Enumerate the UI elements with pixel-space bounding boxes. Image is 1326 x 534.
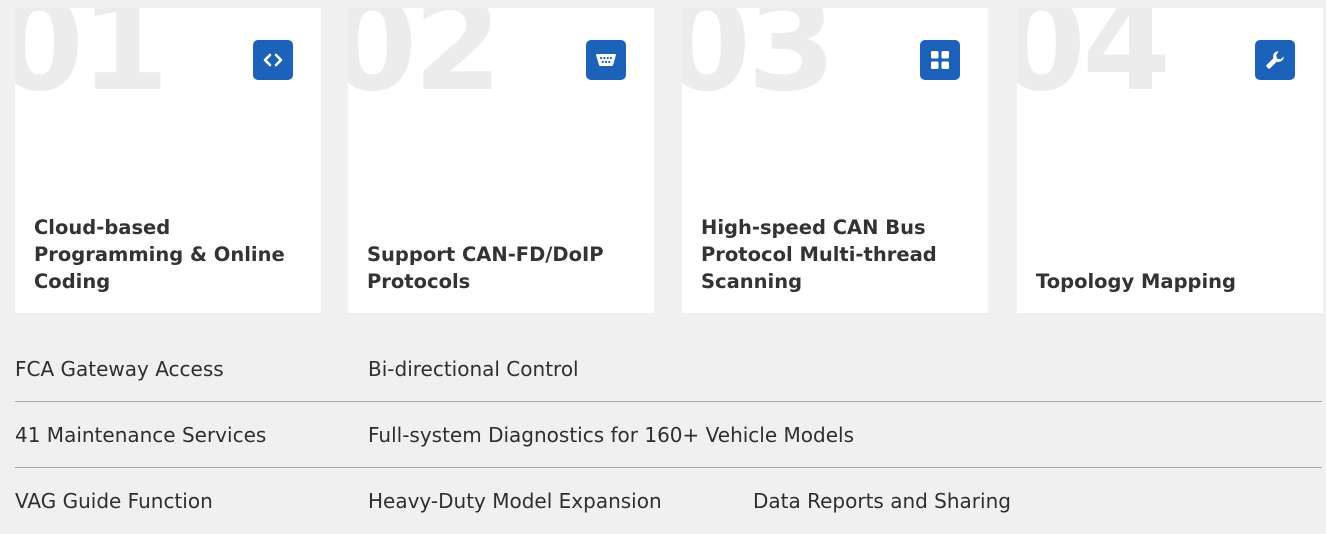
grid-icon [920, 40, 960, 80]
feature-list: FCA Gateway Access Bi-directional Contro… [15, 336, 1322, 534]
feature-list-row: FCA Gateway Access Bi-directional Contro… [15, 336, 1322, 402]
feature-item: Data Reports and Sharing [753, 489, 1011, 513]
feature-card-topology-mapping: 04 Topology Mapping [1017, 8, 1323, 313]
card-number: 04 [1017, 8, 1171, 120]
code-icon [253, 40, 293, 80]
feature-list-row: 41 Maintenance Services Full-system Diag… [15, 402, 1322, 468]
card-title: High-speed CAN Bus Protocol Multi-thread… [701, 216, 937, 293]
card-number: 02 [348, 8, 502, 120]
feature-item: Full-system Diagnostics for 160+ Vehicle… [368, 423, 854, 447]
card-title: Support CAN-FD/DoIP Protocols [367, 243, 604, 293]
feature-item: VAG Guide Function [15, 489, 213, 513]
feature-card-cloud-programming: 01 Cloud-based Programming & Online Codi… [15, 8, 321, 313]
feature-card-can-bus-scanning: 03 High-speed CAN Bus Protocol Multi-thr… [682, 8, 988, 313]
card-number: 03 [682, 8, 836, 120]
port-connector-icon [586, 40, 626, 80]
feature-item: Heavy-Duty Model Expansion [368, 489, 662, 513]
feature-item: 41 Maintenance Services [15, 423, 267, 447]
wrench-icon [1255, 40, 1295, 80]
card-title: Cloud-based Programming & Online Coding [34, 216, 285, 293]
feature-list-row: VAG Guide Function Heavy-Duty Model Expa… [15, 468, 1322, 534]
feature-item: FCA Gateway Access [15, 357, 224, 381]
feature-item: Bi-directional Control [368, 357, 579, 381]
card-number: 01 [15, 8, 169, 120]
feature-cards: 01 Cloud-based Programming & Online Codi… [15, 8, 1326, 313]
card-title: Topology Mapping [1036, 270, 1237, 293]
feature-card-can-fd-doip: 02 Support CAN-FD/DoIP Protocols [348, 8, 654, 313]
